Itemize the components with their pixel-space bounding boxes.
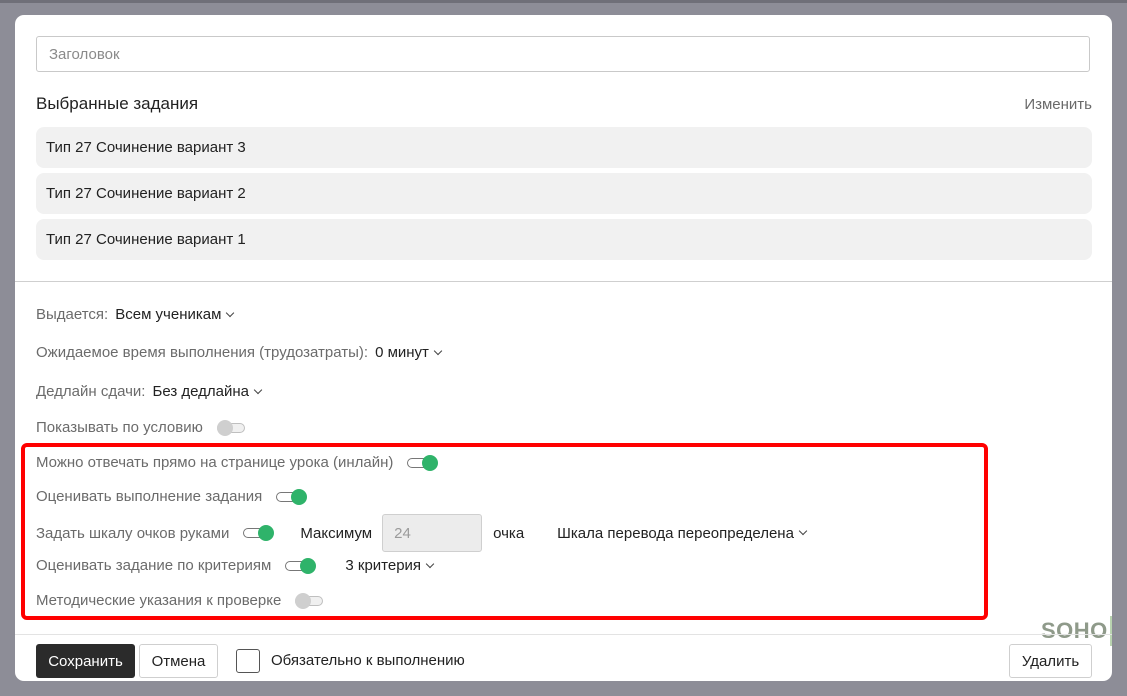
task-settings-modal: Выбранные задания Изменить Тип 27 Сочине… xyxy=(15,15,1112,681)
conditional-label: Показывать по условию xyxy=(36,419,203,436)
selected-tasks-title: Выбранные задания xyxy=(36,94,199,113)
required-label: Обязательно к выполнению xyxy=(271,652,465,669)
list-item[interactable]: Тип 27 Сочинение вариант 2 xyxy=(36,173,1092,214)
delete-button[interactable]: Удалить xyxy=(1009,644,1092,678)
task-label: Тип 27 Сочинение вариант 3 xyxy=(46,139,246,156)
save-button[interactable]: Сохранить xyxy=(36,644,135,678)
chevron-down-icon xyxy=(433,346,443,355)
task-label: Тип 27 Сочинение вариант 1 xyxy=(46,231,246,248)
section-divider xyxy=(15,281,1112,282)
time-label: Ожидаемое время выполнения (трудозатраты… xyxy=(36,344,369,361)
required-checkbox[interactable] xyxy=(236,649,260,673)
chevron-down-icon xyxy=(253,385,263,394)
cancel-button[interactable]: Отмена xyxy=(139,644,218,678)
title-input[interactable] xyxy=(36,36,1090,72)
conditional-toggle[interactable] xyxy=(216,419,247,436)
issued-dropdown[interactable]: Всем ученикам xyxy=(115,306,235,323)
highlight-box xyxy=(21,443,988,620)
issued-label: Выдается: xyxy=(36,306,109,323)
task-label: Тип 27 Сочинение вариант 2 xyxy=(46,185,246,202)
watermark-tab xyxy=(1109,616,1112,646)
deadline-dropdown[interactable]: Без дедлайна xyxy=(152,383,263,400)
footer-divider xyxy=(15,634,1112,635)
deadline-label: Дедлайн сдачи: xyxy=(36,383,146,400)
watermark-text: SOHO xyxy=(1041,618,1108,643)
edit-link[interactable]: Изменить xyxy=(1024,96,1092,113)
time-dropdown[interactable]: 0 минут xyxy=(375,344,443,361)
window-frame xyxy=(0,0,1127,3)
deadline-row: Дедлайн сдачи: Без дедлайна xyxy=(36,383,263,400)
chevron-down-icon xyxy=(226,308,235,317)
selected-tasks-list: Тип 27 Сочинение вариант 3 Тип 27 Сочине… xyxy=(36,127,1092,265)
conditional-row: Показывать по условию xyxy=(36,419,247,436)
issued-row: Выдается: Всем ученикам xyxy=(36,306,235,323)
list-item[interactable]: Тип 27 Сочинение вариант 1 xyxy=(36,219,1092,260)
list-item[interactable]: Тип 27 Сочинение вариант 3 xyxy=(36,127,1092,168)
watermark: SOHO xyxy=(1041,615,1112,647)
time-row: Ожидаемое время выполнения (трудозатраты… xyxy=(36,344,443,361)
